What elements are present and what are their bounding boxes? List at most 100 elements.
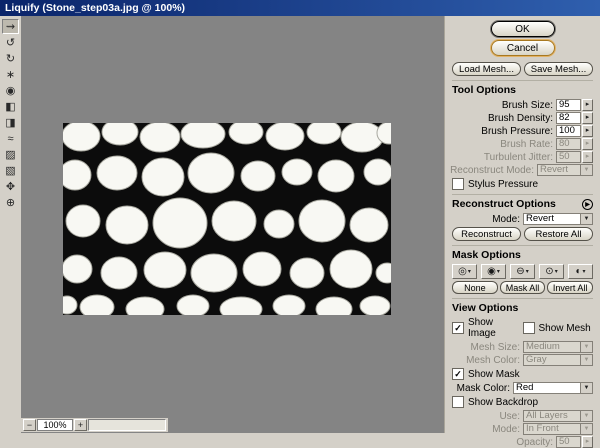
show-backdrop-checkbox[interactable] <box>452 396 464 408</box>
show-image-label: Show Image <box>468 317 523 339</box>
turbulent-jitter-input: 50 <box>556 151 581 163</box>
zoom-tool-icon[interactable]: ⊕ <box>2 195 19 210</box>
bloat-tool-icon[interactable]: ◉ <box>2 83 19 98</box>
mask-options-title: Mask Options <box>452 249 521 261</box>
invert-selection-button[interactable]: ◐▾ <box>568 264 593 279</box>
opacity-slider-arrow-icon: ▸ <box>582 436 593 448</box>
brush-pressure-label: Brush Pressure: <box>481 126 553 137</box>
brush-rate-slider-arrow-icon: ▸ <box>582 138 593 150</box>
brush-size-input[interactable]: 95 <box>556 99 581 111</box>
mirror-tool-icon[interactable]: ◨ <box>2 115 19 130</box>
tool-options-section: Tool Options Brush Size:95▸Brush Density… <box>452 80 593 190</box>
reconstruct-tool-icon[interactable]: ↺ <box>2 35 19 50</box>
mesh-color-select: Gray ▼ <box>523 354 593 366</box>
replace-selection-button[interactable]: ◎▾ <box>452 264 477 279</box>
cancel-button[interactable]: Cancel <box>491 40 555 56</box>
reconstruct-mode-option-label: Mode: <box>492 214 520 225</box>
mask-color-label: Mask Color: <box>457 383 510 394</box>
opacity-input: 50 <box>556 436 581 448</box>
hand-tool-icon[interactable]: ✥ <box>2 179 19 194</box>
zoom-controls: − 100% + <box>21 418 168 432</box>
show-image-checkbox[interactable]: ✓ <box>452 322 464 334</box>
subtract-from-selection-icon: ⊖ <box>516 265 524 278</box>
show-mask-checkbox[interactable]: ✓ <box>452 368 464 380</box>
turbulence-tool-icon[interactable]: ≈ <box>2 131 19 146</box>
window-title: Liquify (Stone_step03a.jpg @ 100%) <box>5 2 185 14</box>
options-panel: OK Cancel Load Mesh... Save Mesh... Tool… <box>444 16 600 433</box>
freeze-mask-tool-icon[interactable]: ▨ <box>2 147 19 162</box>
reconstruct-mode-select: Revert ▼ <box>537 164 593 176</box>
stylus-pressure-checkbox[interactable] <box>452 178 464 190</box>
mask-all-button[interactable]: Mask All <box>500 281 546 294</box>
thaw-mask-tool-icon[interactable]: ▧ <box>2 163 19 178</box>
brush-density-slider-arrow-icon[interactable]: ▸ <box>582 112 593 124</box>
load-mesh-button[interactable]: Load Mesh... <box>452 62 521 76</box>
mask-color-select[interactable]: Red ▼ <box>513 382 593 394</box>
titlebar[interactable]: Liquify (Stone_step03a.jpg @ 100%) <box>0 0 600 16</box>
turbulent-jitter-label: Turbulent Jitter: <box>484 152 553 163</box>
chevron-down-icon: ▾ <box>497 268 500 275</box>
zoom-out-button[interactable]: − <box>23 419 36 431</box>
brush-density-input[interactable]: 82 <box>556 112 581 124</box>
zoom-in-button[interactable]: + <box>74 419 87 431</box>
chevron-down-icon: ▼ <box>580 165 592 175</box>
pucker-tool-icon[interactable]: ∗ <box>2 67 19 82</box>
add-to-selection-button[interactable]: ◉▾ <box>481 264 506 279</box>
twirl-clockwise-tool-icon[interactable]: ↻ <box>2 51 19 66</box>
forward-warp-tool-icon[interactable]: ⇝ <box>2 19 19 34</box>
preview-image[interactable] <box>63 123 391 315</box>
invert-all-button[interactable]: Invert All <box>547 281 593 294</box>
ok-button[interactable]: OK <box>491 21 555 37</box>
view-options-title: View Options <box>452 302 518 314</box>
reconstruct-options-title: Reconstruct Options <box>452 198 556 210</box>
brush-size-slider-arrow-icon[interactable]: ▸ <box>582 99 593 111</box>
opacity-label: Opacity: <box>516 437 553 448</box>
brush-density-label: Brush Density: <box>488 113 553 124</box>
brush-pressure-input[interactable]: 100 <box>556 125 581 137</box>
chevron-down-icon: ▾ <box>526 268 529 275</box>
reconstruct-mode-label: Reconstruct Mode: <box>450 165 534 176</box>
chevron-down-icon: ▼ <box>580 342 592 352</box>
liquify-dialog: Liquify (Stone_step03a.jpg @ 100%) ⇝↺↻∗◉… <box>0 0 600 433</box>
tool-option-fields: Brush Size:95▸Brush Density:82▸Brush Pre… <box>452 99 593 163</box>
reconstruct-options-section: Reconstruct Options ▶ Mode: Revert ▼ Rec… <box>452 194 593 241</box>
intersect-with-selection-button[interactable]: ⊙▾ <box>539 264 564 279</box>
mask-color-value: Red <box>514 383 580 393</box>
chevron-down-icon: ▾ <box>468 268 471 275</box>
add-to-selection-icon: ◉ <box>487 265 496 278</box>
view-options-section: View Options ✓ Show Image Show Mesh Mesh… <box>452 298 593 448</box>
push-left-tool-icon[interactable]: ◧ <box>2 99 19 114</box>
reconstruct-mode-value: Revert <box>538 165 580 175</box>
use-select: All Layers ▼ <box>523 410 593 422</box>
show-mesh-checkbox[interactable] <box>523 322 535 334</box>
reconstruct-button[interactable]: Reconstruct <box>452 227 521 241</box>
flyout-arrow-icon: ▶ <box>585 201 590 208</box>
mesh-size-value: Medium <box>524 342 580 352</box>
chevron-down-icon: ▾ <box>555 268 558 275</box>
brush-rate-input: 80 <box>556 138 581 150</box>
none-button[interactable]: None <box>452 281 498 294</box>
invert-selection-icon: ◐ <box>575 265 581 278</box>
restore-all-button[interactable]: Restore All <box>524 227 593 241</box>
brush-pressure-slider-arrow-icon[interactable]: ▸ <box>582 125 593 137</box>
panel-menu-button[interactable]: ▶ <box>582 199 593 210</box>
brush-rate-label: Brush Rate: <box>500 139 553 150</box>
replace-selection-icon: ◎ <box>458 265 467 278</box>
intersect-with-selection-icon: ⊙ <box>545 265 553 278</box>
mesh-color-value: Gray <box>524 355 580 365</box>
stylus-pressure-label: Stylus Pressure <box>468 179 538 190</box>
horizontal-scrollbar[interactable] <box>88 419 166 431</box>
chevron-down-icon: ▼ <box>580 383 592 393</box>
brush-size-label: Brush Size: <box>502 100 553 111</box>
chevron-down-icon: ▼ <box>580 355 592 365</box>
mesh-buttons-row: Load Mesh... Save Mesh... <box>452 62 593 76</box>
mask-options-section: Mask Options ◎▾◉▾⊖▾⊙▾◐▾ None Mask All In… <box>452 245 593 294</box>
turbulent-jitter-slider-arrow-icon: ▸ <box>582 151 593 163</box>
tool-options-title: Tool Options <box>452 84 516 96</box>
chevron-down-icon: ▼ <box>580 411 592 421</box>
reconstruct-mode-dropdown[interactable]: Revert ▼ <box>523 213 593 225</box>
save-mesh-button[interactable]: Save Mesh... <box>524 62 593 76</box>
subtract-from-selection-button[interactable]: ⊖▾ <box>510 264 535 279</box>
canvas-area: − 100% + <box>21 16 444 433</box>
reconstruct-mode-dropdown-value: Revert <box>524 214 580 224</box>
